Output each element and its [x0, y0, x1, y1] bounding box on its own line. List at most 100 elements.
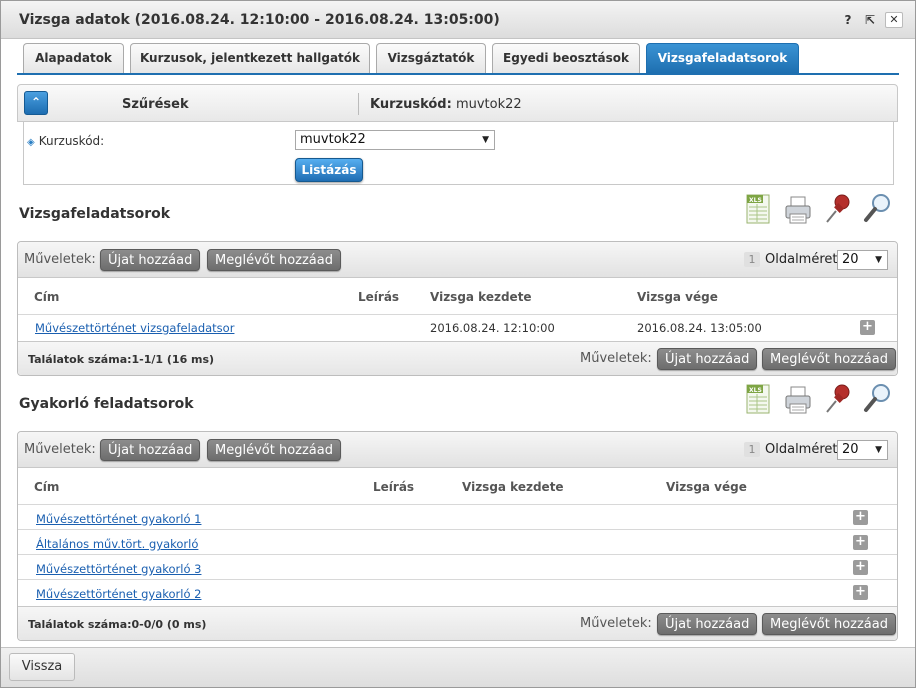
exam-sets-grid: Műveletek: Újat hozzáad Meglévőt hozzáad… [17, 241, 898, 376]
exam-sets-toolbar: XLS [743, 191, 893, 227]
filter-header: ⌃ Szűrések Kurzuskód: muvtok22 [17, 84, 898, 122]
page-size-select[interactable]: 20 ▼ [837, 440, 888, 460]
row-title-link[interactable]: Általános műv.tört. gyakorló [36, 537, 198, 551]
row-title-link[interactable]: Művészettörténet gyakorló 1 [36, 512, 201, 526]
filter-summary: Kurzuskód: muvtok22 [370, 97, 522, 112]
svg-text:XLS: XLS [749, 387, 762, 394]
list-button[interactable]: Listázás [295, 158, 363, 182]
magnifier-icon[interactable] [863, 381, 893, 417]
result-count: Találatok száma:0-0/0 (0 ms) [28, 618, 207, 631]
practice-sets-title: Gyakorló feladatsorok [19, 396, 194, 412]
tab-vizsgafeladatsorok[interactable]: Vizsgafeladatsorok [646, 43, 799, 73]
column-end[interactable]: Vizsga vége [666, 480, 747, 494]
ops-label: Műveletek: [580, 616, 652, 631]
row-divider [18, 529, 897, 530]
column-start[interactable]: Vizsga kezdete [462, 480, 564, 494]
practice-sets-grid-header: Műveletek: Újat hozzáad Meglévőt hozzáad… [18, 432, 897, 468]
column-title[interactable]: Cím [34, 290, 59, 304]
header-divider [18, 314, 897, 315]
ops-label: Műveletek: [580, 351, 652, 366]
expand-row-icon[interactable]: + [853, 585, 868, 600]
row-divider [18, 554, 897, 555]
title-bar: Vizsga adatok (2016.08.24. 12:10:00 - 20… [1, 1, 915, 39]
tab-underline [17, 73, 899, 75]
window-title: Vizsga adatok (2016.08.24. 12:10:00 - 20… [19, 12, 500, 28]
result-count: Találatok száma:1-1/1 (16 ms) [28, 353, 215, 366]
row-divider [18, 579, 897, 580]
column-end[interactable]: Vizsga vége [637, 290, 718, 304]
required-diamond-icon: ◈ [27, 137, 35, 148]
print-icon[interactable] [783, 381, 813, 417]
tab-egyedi-beosztasok[interactable]: Egyedi beosztások [492, 43, 640, 73]
tab-vizsgaztatok[interactable]: Vizsgáztatók [376, 43, 486, 73]
header-divider [18, 504, 897, 505]
column-description[interactable]: Leírás [358, 290, 399, 304]
help-icon[interactable]: ? [841, 13, 855, 27]
practice-sets-grid: Műveletek: Újat hozzáad Meglévőt hozzáad… [17, 431, 898, 641]
filter-divider [358, 93, 359, 115]
page-size-value: 20 [842, 442, 859, 457]
pin-icon[interactable] [823, 381, 853, 417]
page-number[interactable]: 1 [744, 252, 760, 267]
page-size-value: 20 [842, 252, 859, 267]
print-icon[interactable] [783, 191, 813, 227]
expand-row-icon[interactable]: + [853, 510, 868, 525]
add-existing-button[interactable]: Meglévőt hozzáad [207, 249, 341, 271]
row-end: 2016.08.24. 13:05:00 [637, 321, 762, 335]
magnifier-icon[interactable] [863, 191, 893, 227]
row-title-link[interactable]: Művészettörténet vizsgafeladatsor [35, 321, 234, 335]
dropdown-arrow-icon: ▼ [875, 445, 882, 455]
expand-row-icon[interactable]: + [860, 320, 875, 335]
exam-sets-grid-footer: Találatok száma:1-1/1 (16 ms) Műveletek:… [18, 341, 897, 375]
row-start: 2016.08.24. 12:10:00 [430, 321, 555, 335]
row-title-link[interactable]: Művészettörténet gyakorló 2 [36, 587, 201, 601]
page-size-select[interactable]: 20 ▼ [837, 250, 888, 270]
practice-sets-toolbar: XLS [743, 381, 893, 417]
expand-row-icon[interactable]: + [853, 560, 868, 575]
close-icon[interactable]: ✕ [885, 12, 903, 28]
pin-icon[interactable] [823, 191, 853, 227]
expand-row-icon[interactable]: + [853, 535, 868, 550]
filter-summary-label: Kurzuskód: [370, 97, 452, 112]
page-number[interactable]: 1 [744, 442, 760, 457]
tab-alapadatok[interactable]: Alapadatok [23, 43, 124, 73]
title-bar-controls: ? ⇱ ✕ [841, 12, 903, 28]
excel-export-icon[interactable]: XLS [743, 191, 773, 227]
course-code-select-value: muvtok22 [300, 132, 366, 147]
filter-summary-value: muvtok22 [455, 97, 522, 112]
exam-sets-grid-header: Műveletek: Újat hozzáad Meglévőt hozzáad… [18, 242, 897, 278]
column-description[interactable]: Leírás [373, 480, 414, 494]
column-start[interactable]: Vizsga kezdete [430, 290, 532, 304]
exam-sets-title: Vizsgafeladatsorok [19, 206, 171, 222]
tab-kurzusok[interactable]: Kurzusok, jelentkezett hallgatók [130, 43, 370, 73]
page-size-label: Oldalméret [765, 252, 838, 267]
add-new-button[interactable]: Újat hozzáad [100, 249, 201, 271]
column-title[interactable]: Cím [34, 480, 59, 494]
dropdown-arrow-icon: ▼ [482, 135, 489, 145]
course-code-select[interactable]: muvtok22 ▼ [295, 130, 495, 150]
add-new-button[interactable]: Újat hozzáad [100, 439, 201, 461]
collapse-filter-button[interactable]: ⌃ [24, 91, 48, 115]
add-new-button[interactable]: Újat hozzáad [657, 613, 758, 635]
dropdown-arrow-icon: ▼ [875, 255, 882, 265]
ops-label: Műveletek: [24, 252, 96, 267]
excel-export-icon[interactable]: XLS [743, 381, 773, 417]
add-existing-button[interactable]: Meglévőt hozzáad [762, 348, 896, 370]
popout-icon[interactable]: ⇱ [863, 13, 877, 27]
add-new-button[interactable]: Újat hozzáad [657, 348, 758, 370]
add-existing-button[interactable]: Meglévőt hozzáad [207, 439, 341, 461]
filter-body: ◈ Kurzuskód: muvtok22 ▼ Listázás [23, 122, 894, 185]
row-title-link[interactable]: Művészettörténet gyakorló 3 [36, 562, 201, 576]
course-code-label: ◈ Kurzuskód: [27, 134, 104, 148]
filter-title: Szűrések [122, 97, 189, 112]
practice-sets-grid-footer: Találatok száma:0-0/0 (0 ms) Műveletek: … [18, 606, 897, 640]
ops-label: Műveletek: [24, 442, 96, 457]
double-chevron-up-icon: ⌃ [30, 95, 42, 109]
dialog-window: Vizsga adatok (2016.08.24. 12:10:00 - 20… [0, 0, 916, 688]
svg-text:XLS: XLS [749, 197, 762, 204]
bottom-bar: Vissza [1, 647, 915, 687]
add-existing-button[interactable]: Meglévőt hozzáad [762, 613, 896, 635]
course-code-label-text: Kurzuskód: [38, 134, 105, 148]
page-size-label: Oldalméret [765, 442, 838, 457]
back-button[interactable]: Vissza [9, 653, 75, 681]
